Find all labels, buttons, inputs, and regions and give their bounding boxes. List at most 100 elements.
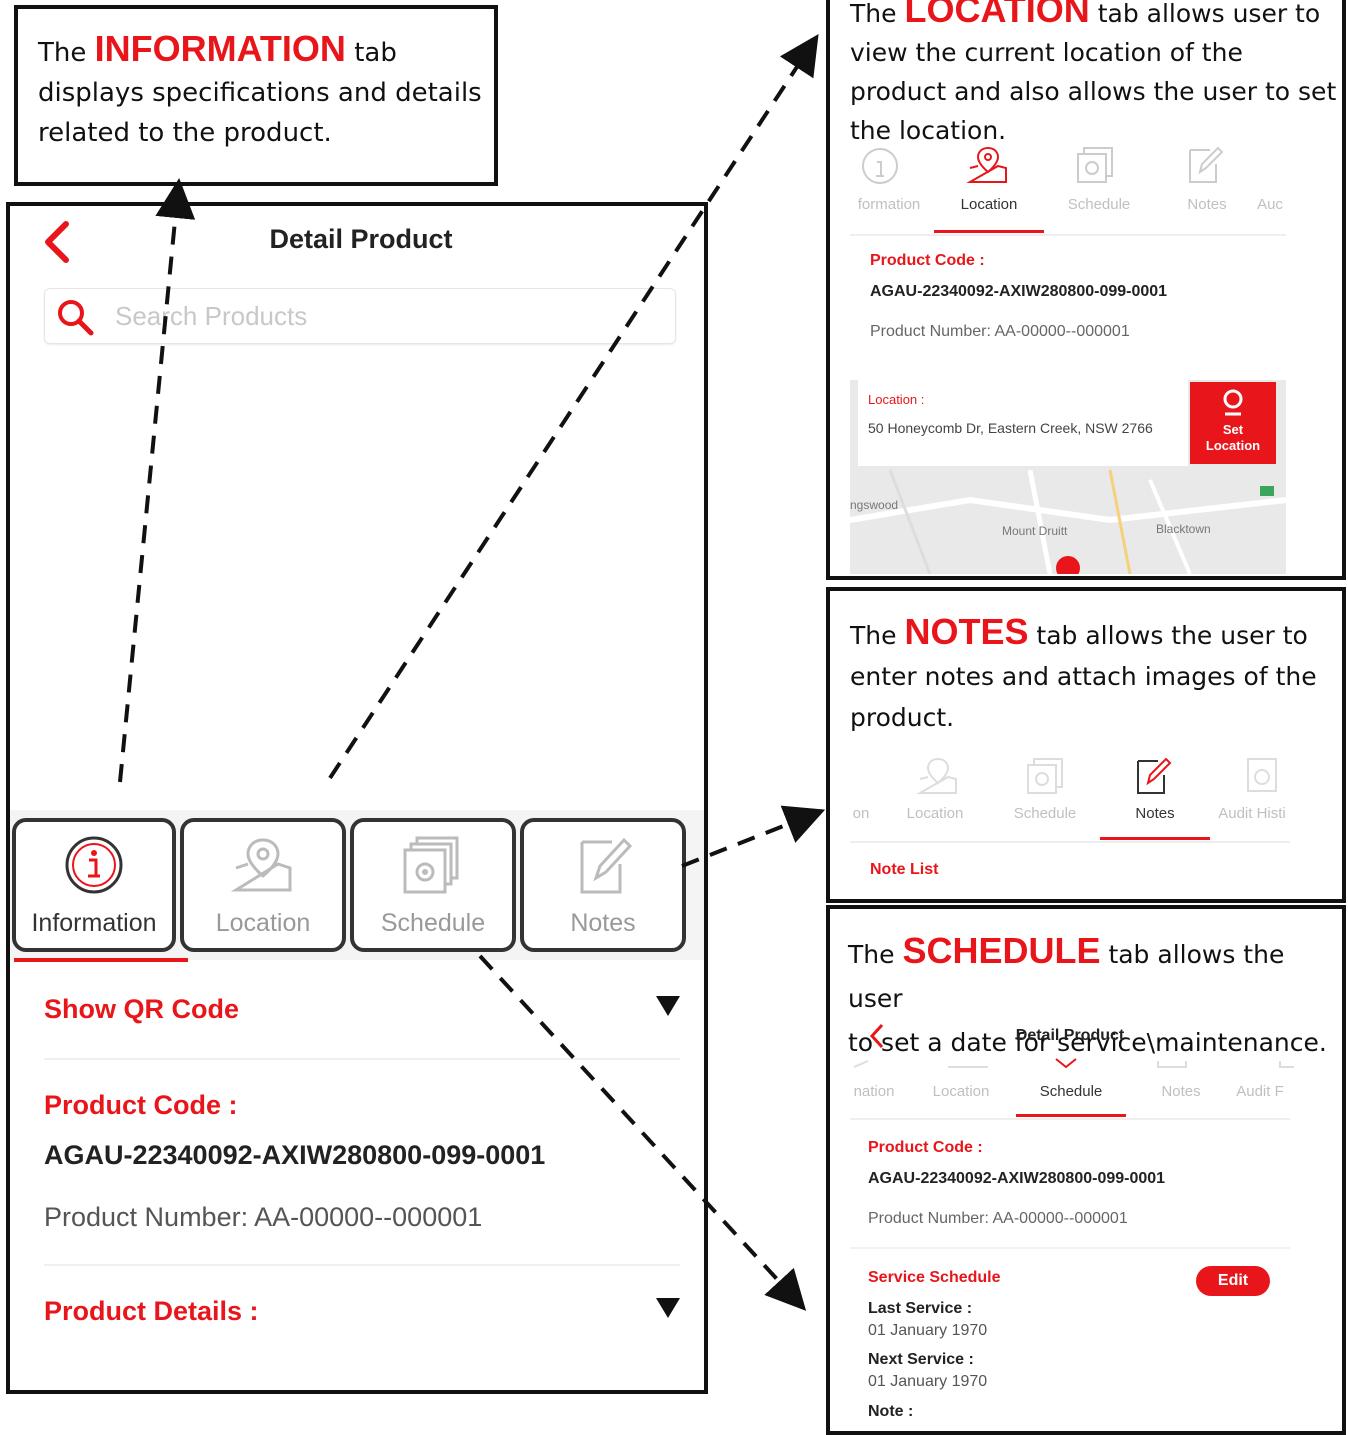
caption-highlight: LOCATION (904, 0, 1090, 30)
caption-text: product. (850, 703, 955, 732)
mini-tab-location[interactable]: Location (880, 805, 990, 822)
mini-tab-notes[interactable]: Notes (1100, 805, 1210, 822)
caption-highlight: INFORMATION (94, 28, 346, 69)
active-tab-indicator (1016, 1114, 1126, 1117)
note-label: Note : (868, 1403, 914, 1420)
tab-schedule[interactable]: Schedule (350, 818, 516, 952)
location-address: 50 Honeycomb Dr, Eastern Creek, NSW 2766 (868, 420, 1153, 436)
edit-button[interactable]: Edit (1196, 1266, 1270, 1296)
caption-highlight: NOTES (904, 611, 1029, 652)
caption-text: related to the product. (38, 118, 332, 148)
page-title: Detail Product (269, 224, 453, 254)
mini-tab-information[interactable]: on (844, 805, 878, 822)
product-code-value: AGAU-22340092-AXIW280800-099-0001 (44, 1140, 546, 1170)
product-code-value: AGAU-22340092-AXIW280800-099-0001 (868, 1170, 1166, 1187)
caption-text: The (850, 621, 897, 650)
active-tab-indicator (14, 958, 188, 962)
mini-tab-schedule[interactable]: Schedule (1016, 1083, 1126, 1100)
page-title: Detail Product (1015, 1027, 1125, 1044)
search-input[interactable] (113, 297, 657, 335)
schedule-calendar-gear-icon (403, 836, 459, 894)
set-location-label: Set (1222, 422, 1244, 437)
tab-label: Notes (570, 909, 636, 937)
product-number: Product Number: AA-00000--000001 (870, 323, 1130, 340)
service-schedule-label: Service Schedule (868, 1269, 1001, 1286)
next-service-label: Next Service : (868, 1351, 974, 1368)
information-caption: The INFORMATION tab displays specificati… (38, 29, 482, 153)
tab-notes[interactable]: Notes (520, 818, 686, 952)
divider (850, 841, 1290, 843)
audit-history-icon (1247, 758, 1277, 792)
pin-icon (1223, 389, 1243, 416)
info-icon (862, 148, 898, 184)
product-code-value: AGAU-22340092-AXIW280800-099-0001 (870, 283, 1168, 300)
show-qr-label: Show QR Code (44, 994, 239, 1024)
location-caption-box: The LOCATION tab allows user to view the… (826, 0, 1346, 580)
show-qr-row[interactable]: Show QR Code (44, 994, 680, 1034)
tab-label: Information (31, 909, 157, 937)
mini-tab-location[interactable]: Location (934, 196, 1044, 213)
mini-tab-information[interactable]: nation (844, 1083, 904, 1100)
location-map[interactable]: Location : 50 Honeycomb Dr, Eastern Cree… (850, 380, 1286, 574)
caption-text: The (850, 0, 897, 28)
note-list-label: Note List (870, 861, 939, 878)
divider (44, 1264, 680, 1266)
location-map-icon (230, 838, 292, 892)
notes-caption-box: The NOTES tab allows the user to enter n… (826, 587, 1346, 903)
notes-edit-icon (580, 837, 633, 894)
divider (850, 234, 1286, 236)
product-details-row[interactable]: Product Details : (44, 1296, 680, 1336)
caret-down-icon[interactable] (656, 1298, 680, 1318)
tab-label: Location (215, 909, 311, 937)
search-bar[interactable] (44, 288, 676, 344)
product-details-label: Product Details : (44, 1296, 259, 1326)
product-code-label: Product Code : (870, 252, 985, 269)
product-code-label: Product Code : (868, 1139, 983, 1156)
mini-tab-schedule[interactable]: Schedule (990, 805, 1100, 822)
schedule-caption-box: The SCHEDULE tab allows the user to set … (826, 905, 1346, 1435)
tab-information[interactable]: Information (12, 818, 176, 952)
search-icon (58, 300, 94, 336)
mini-tab-notes[interactable]: Notes (1152, 196, 1262, 213)
info-icon (65, 836, 123, 894)
location-label: Location : (868, 392, 925, 407)
caret-down-icon[interactable] (656, 996, 680, 1016)
schedule-calendar-gear-icon (1027, 758, 1063, 794)
mini-tab-location[interactable]: Location (906, 1083, 1016, 1100)
tab-bar: Information Location Schedule Notes (10, 810, 704, 960)
location-caption: The LOCATION tab allows user to view the… (850, 0, 1336, 150)
tab-icons-partial-icon (853, 1058, 1294, 1069)
caption-text: product and also allows the user to set (850, 77, 1337, 106)
map-label: ngswood (850, 498, 899, 512)
caption-text: tab allows the user to (1036, 621, 1308, 650)
active-tab-indicator (1100, 837, 1210, 840)
location-map-icon (916, 757, 957, 794)
mini-tab-audit[interactable]: Auc (1250, 196, 1290, 213)
caption-text: view the current location of the (850, 38, 1243, 67)
notes-caption: The NOTES tab allows the user to enter n… (850, 611, 1317, 738)
caption-text: enter notes and attach images of the (850, 662, 1317, 691)
set-location-button[interactable]: Set Location (1190, 382, 1276, 464)
product-number: Product Number: AA-00000--000001 (44, 1202, 483, 1232)
detail-product-screen: Detail Product Information Location (6, 202, 708, 1394)
notes-edit-icon (1189, 146, 1224, 183)
mini-tab-information[interactable]: formation (844, 196, 934, 213)
set-location-label: Location (1205, 438, 1261, 453)
divider (850, 1118, 1290, 1120)
caption-text: The (848, 940, 895, 969)
mini-tab-notes[interactable]: Notes (1126, 1083, 1236, 1100)
mini-tab-schedule[interactable]: Schedule (1044, 196, 1154, 213)
caption-text: tab (354, 38, 397, 68)
map-label: Mount Druitt (1002, 524, 1068, 538)
notes-edit-icon (1137, 757, 1172, 794)
tab-location[interactable]: Location (180, 818, 346, 952)
map-label: Blacktown (1156, 522, 1211, 536)
product-number: Product Number: AA-00000--000001 (868, 1210, 1128, 1227)
product-code-label: Product Code : (44, 1090, 238, 1120)
divider (850, 1247, 1290, 1249)
last-service-label: Last Service : (868, 1300, 973, 1317)
mini-tab-audit[interactable]: Audit F (1230, 1083, 1290, 1100)
mini-tab-audit[interactable]: Audit Histi (1210, 805, 1294, 822)
divider (44, 1058, 680, 1060)
caption-text: tab allows user to (1097, 0, 1321, 28)
